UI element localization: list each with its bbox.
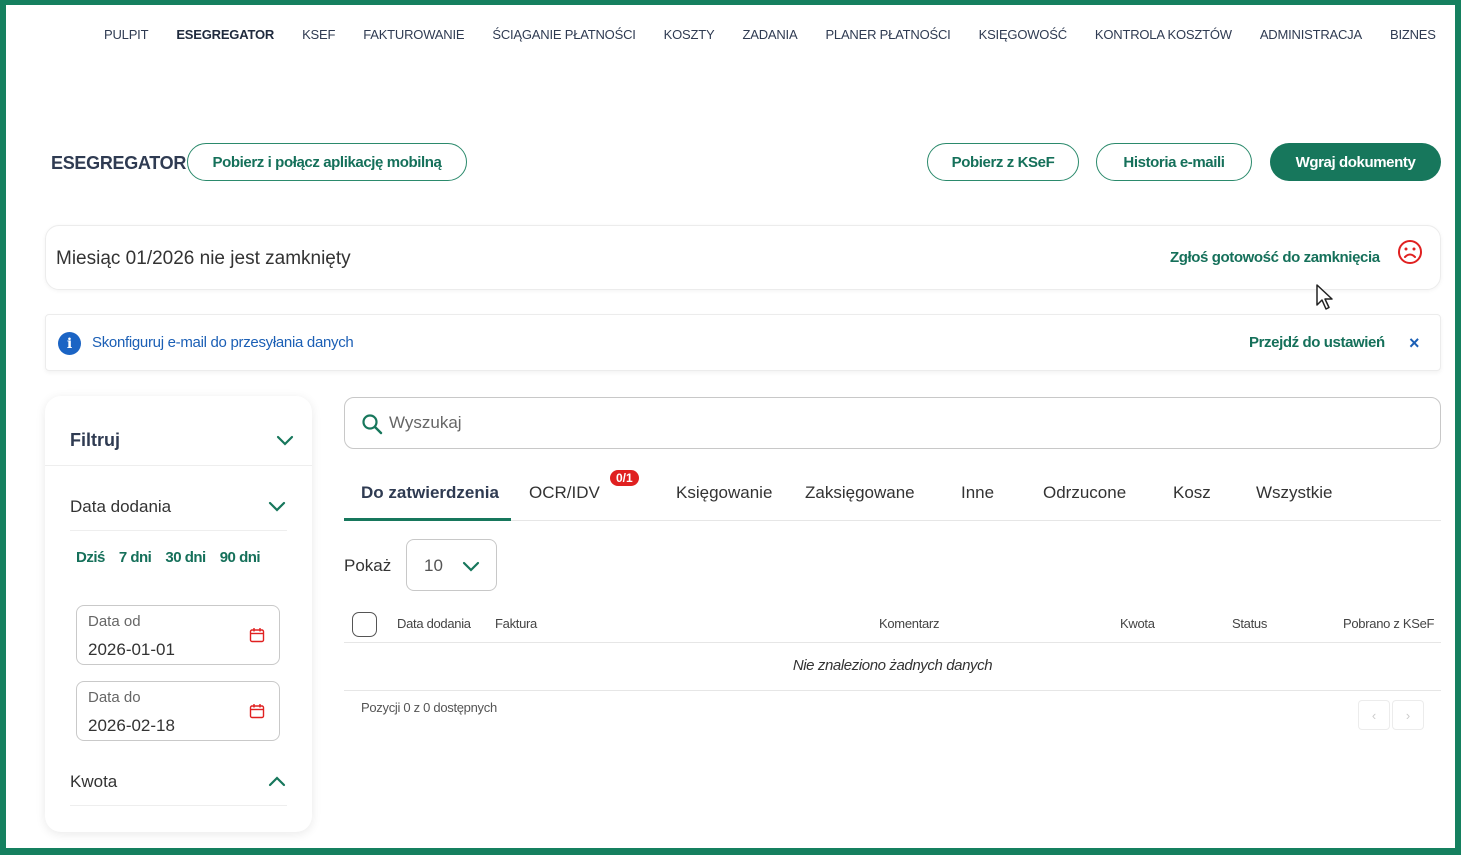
close-icon[interactable]: ×: [1409, 333, 1420, 354]
tab-wszystkie[interactable]: Wszystkie: [1256, 483, 1333, 503]
email-config-text: Skonfiguruj e-mail do przesyłania danych: [92, 334, 354, 351]
column-status[interactable]: Status: [1232, 616, 1267, 631]
select-all-checkbox[interactable]: [352, 612, 377, 637]
range-90-days[interactable]: 90 dni: [220, 549, 261, 566]
nav-item-sciaganie-platnosci[interactable]: ŚCIĄGANIE PŁATNOŚCI: [478, 27, 649, 42]
app-frame: PULPIT ESEGREGATOR KSEF FAKTUROWANIE ŚCI…: [0, 0, 1461, 855]
page-size-select[interactable]: 10: [406, 539, 497, 591]
tab-kosz[interactable]: Kosz: [1173, 483, 1211, 503]
month-status-card: Miesiąc 01/2026 nie jest zamknięty Zgłoś…: [45, 225, 1441, 290]
table-header: Data dodania Faktura Komentarz Kwota Sta…: [344, 604, 1441, 643]
month-status-text: Miesiąc 01/2026 nie jest zamknięty: [56, 248, 351, 269]
empty-message: Nie znaleziono żadnych danych: [792, 657, 993, 674]
tab-odrzucone[interactable]: Odrzucone: [1043, 483, 1126, 503]
date-to-value[interactable]: 2026-02-18: [88, 716, 175, 736]
date-from-label: Data od: [88, 613, 141, 630]
divider: [70, 530, 287, 531]
nav-item-biznes[interactable]: BIZNES: [1376, 27, 1450, 42]
chevron-down-icon: [462, 561, 480, 572]
tab-ksiegowanie[interactable]: Księgowanie: [676, 483, 772, 503]
sad-face-icon: [1398, 240, 1422, 264]
mouse-cursor-icon: [1316, 284, 1333, 310]
range-30-days[interactable]: 30 dni: [165, 549, 206, 566]
go-to-settings-link[interactable]: Przejdź do ustawień: [1249, 334, 1385, 351]
page-size-label: Pokaż: [344, 556, 392, 575]
date-to-label: Data do: [88, 689, 141, 706]
tab-inne[interactable]: Inne: [961, 483, 994, 503]
nav-item-ksef[interactable]: KSEF: [288, 27, 349, 42]
email-history-button[interactable]: Historia e-maili: [1096, 143, 1252, 181]
chevron-down-icon[interactable]: [268, 501, 286, 513]
page-size-value: 10: [424, 556, 443, 575]
active-tab-indicator: [344, 518, 511, 521]
column-data-dodania[interactable]: Data dodania: [397, 616, 471, 631]
chevron-up-icon[interactable]: [268, 775, 286, 787]
column-komentarz[interactable]: Komentarz: [879, 616, 939, 631]
date-to-field[interactable]: Data do 2026-02-18: [76, 681, 280, 741]
nav-item-pulpit[interactable]: PULPIT: [90, 27, 162, 42]
next-page-button[interactable]: ›: [1392, 700, 1424, 730]
column-faktura[interactable]: Faktura: [495, 616, 537, 631]
date-from-field[interactable]: Data od 2026-01-01: [76, 605, 280, 665]
nav-item-planer-platnosci[interactable]: PLANER PŁATNOŚCI: [811, 27, 964, 42]
nav-item-administracja[interactable]: ADMINISTRACJA: [1246, 27, 1376, 42]
chevron-down-icon[interactable]: [276, 435, 294, 447]
tab-do-zatwierdzenia[interactable]: Do zatwierdzenia: [361, 483, 499, 503]
date-from-value[interactable]: 2026-01-01: [88, 640, 175, 660]
range-7-days[interactable]: 7 dni: [119, 549, 152, 566]
range-today[interactable]: Dziś: [76, 549, 105, 566]
filter-panel: Filtruj Data dodania Dziś 7 dni 30 dni 9…: [45, 396, 312, 832]
ocr-count-badge: 0/1: [610, 470, 639, 486]
top-nav: PULPIT ESEGREGATOR KSEF FAKTUROWANIE ŚCI…: [90, 27, 1450, 42]
page-title: ESEGREGATOR: [51, 153, 187, 173]
upload-documents-button[interactable]: Wgraj dokumenty: [1270, 143, 1441, 181]
email-config-banner: i Skonfiguruj e-mail do przesyłania dany…: [45, 314, 1441, 371]
column-pobrano-z-ksef[interactable]: Pobrano z KSeF: [1343, 616, 1434, 631]
empty-table-row: Nie znaleziono żadnych danych: [344, 643, 1441, 691]
report-ready-link[interactable]: Zgłoś gotowość do zamknięcia: [1170, 249, 1380, 266]
nav-item-esegregator[interactable]: ESEGREGATOR: [162, 27, 288, 42]
positions-summary: Pozycji 0 z 0 dostępnych: [361, 700, 497, 715]
search-input[interactable]: [389, 408, 1389, 438]
tab-zaksiegowane[interactable]: Zaksięgowane: [805, 483, 915, 503]
tab-ocr-idv[interactable]: OCR/IDV: [529, 483, 600, 503]
divider: [70, 805, 287, 806]
mobile-app-button[interactable]: Pobierz i połącz aplikację mobilną: [187, 143, 467, 181]
ksef-download-button[interactable]: Pobierz z KSeF: [927, 143, 1079, 181]
calendar-icon[interactable]: [249, 703, 265, 719]
nav-item-zadania[interactable]: ZADANIA: [728, 27, 811, 42]
nav-item-kontrola-kosztow[interactable]: KONTROLA KOSZTÓW: [1081, 27, 1246, 42]
amount-section[interactable]: Kwota: [70, 772, 117, 792]
date-added-section[interactable]: Data dodania: [70, 497, 171, 517]
column-kwota[interactable]: Kwota: [1120, 616, 1155, 631]
quick-date-ranges: Dziś 7 dni 30 dni 90 dni: [76, 549, 261, 566]
document-tabs: Do zatwierdzenia OCR/IDV 0/1 Księgowanie…: [344, 468, 1441, 521]
divider: [45, 465, 312, 466]
nav-item-fakturowanie[interactable]: FAKTUROWANIE: [349, 27, 478, 42]
search-icon: [362, 414, 383, 435]
nav-item-ksiegowosc[interactable]: KSIĘGOWOŚĆ: [965, 27, 1081, 42]
info-icon: i: [58, 332, 81, 355]
filter-title: Filtruj: [70, 430, 120, 450]
calendar-icon[interactable]: [249, 627, 265, 643]
nav-item-koszty[interactable]: KOSZTY: [650, 27, 729, 42]
search-box: [344, 397, 1441, 449]
previous-page-button[interactable]: ‹: [1358, 700, 1390, 730]
